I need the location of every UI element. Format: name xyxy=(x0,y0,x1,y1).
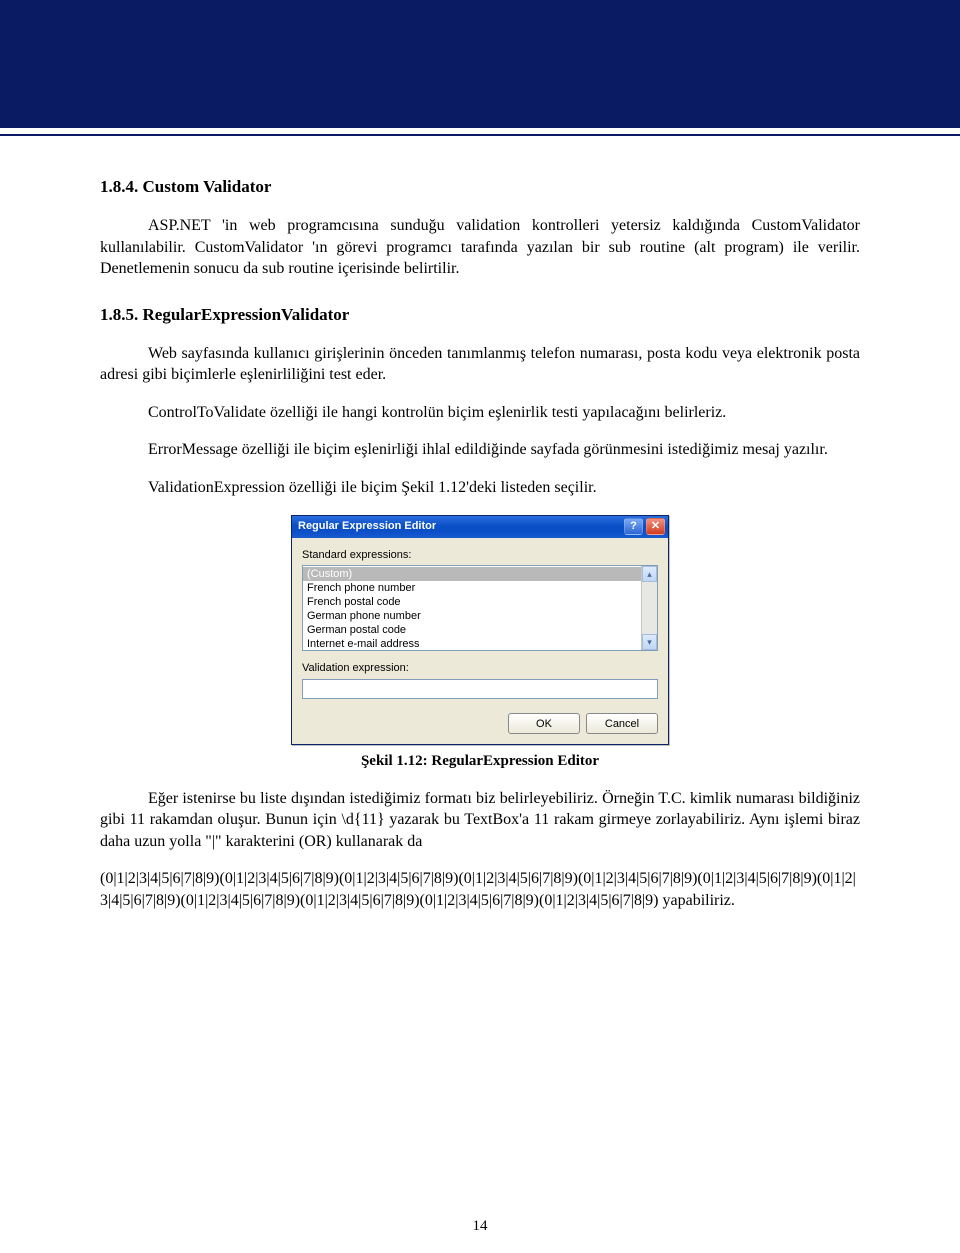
top-banner xyxy=(0,0,960,128)
chevron-up-icon: ▴ xyxy=(647,568,652,580)
validation-expression-label: Validation expression: xyxy=(302,661,658,676)
paragraph: Eğer istenirse bu liste dışından istediğ… xyxy=(100,788,860,853)
paragraph: (0|1|2|3|4|5|6|7|8|9)(0|1|2|3|4|5|6|7|8|… xyxy=(100,868,860,911)
list-item[interactable]: French phone number xyxy=(303,581,641,595)
ok-button[interactable]: OK xyxy=(508,713,580,734)
close-icon: ✕ xyxy=(651,519,660,534)
scroll-up-button[interactable]: ▴ xyxy=(642,566,657,582)
list-item[interactable]: German phone number xyxy=(303,609,641,623)
paragraph: ControlToValidate özelliği ile hangi kon… xyxy=(100,402,860,424)
dialog-titlebar: Regular Expression Editor ? ✕ xyxy=(292,516,668,538)
page-number: 14 xyxy=(0,1218,960,1235)
help-icon: ? xyxy=(630,519,637,534)
standard-expressions-list[interactable]: (Custom) French phone number French post… xyxy=(302,565,658,651)
paragraph: ValidationExpression özelliği ile biçim … xyxy=(100,477,860,499)
validation-expression-input[interactable] xyxy=(302,679,658,699)
list-item[interactable]: Internet e-mail address xyxy=(303,637,641,651)
list-item[interactable]: (Custom) xyxy=(303,567,641,581)
figure-caption: Şekil 1.12: RegularExpression Editor xyxy=(100,751,860,771)
cancel-button[interactable]: Cancel xyxy=(586,713,658,734)
standard-expressions-label: Standard expressions: xyxy=(302,548,658,563)
list-item[interactable]: German postal code xyxy=(303,623,641,637)
close-button[interactable]: ✕ xyxy=(646,518,665,535)
paragraph: ASP.NET 'in web programcısına sunduğu va… xyxy=(100,215,860,280)
list-item[interactable]: French postal code xyxy=(303,595,641,609)
section-heading-185: 1.8.5. RegularExpressionValidator xyxy=(100,304,860,327)
regex-editor-dialog: Regular Expression Editor ? ✕ Standard e… xyxy=(291,515,669,746)
paragraph: Web sayfasında kullanıcı girişlerinin ön… xyxy=(100,343,860,386)
scroll-down-button[interactable]: ▾ xyxy=(642,634,657,650)
scrollbar[interactable]: ▴ ▾ xyxy=(641,566,657,650)
paragraph: ErrorMessage özelliği ile biçim eşlenirl… xyxy=(100,439,860,461)
section-heading-184: 1.8.4. Custom Validator xyxy=(100,176,860,199)
page-content: 1.8.4. Custom Validator ASP.NET 'in web … xyxy=(0,136,960,912)
chevron-down-icon: ▾ xyxy=(647,636,652,648)
help-button[interactable]: ? xyxy=(624,518,643,535)
dialog-screenshot: Regular Expression Editor ? ✕ Standard e… xyxy=(100,515,860,746)
dialog-title: Regular Expression Editor xyxy=(298,519,436,534)
